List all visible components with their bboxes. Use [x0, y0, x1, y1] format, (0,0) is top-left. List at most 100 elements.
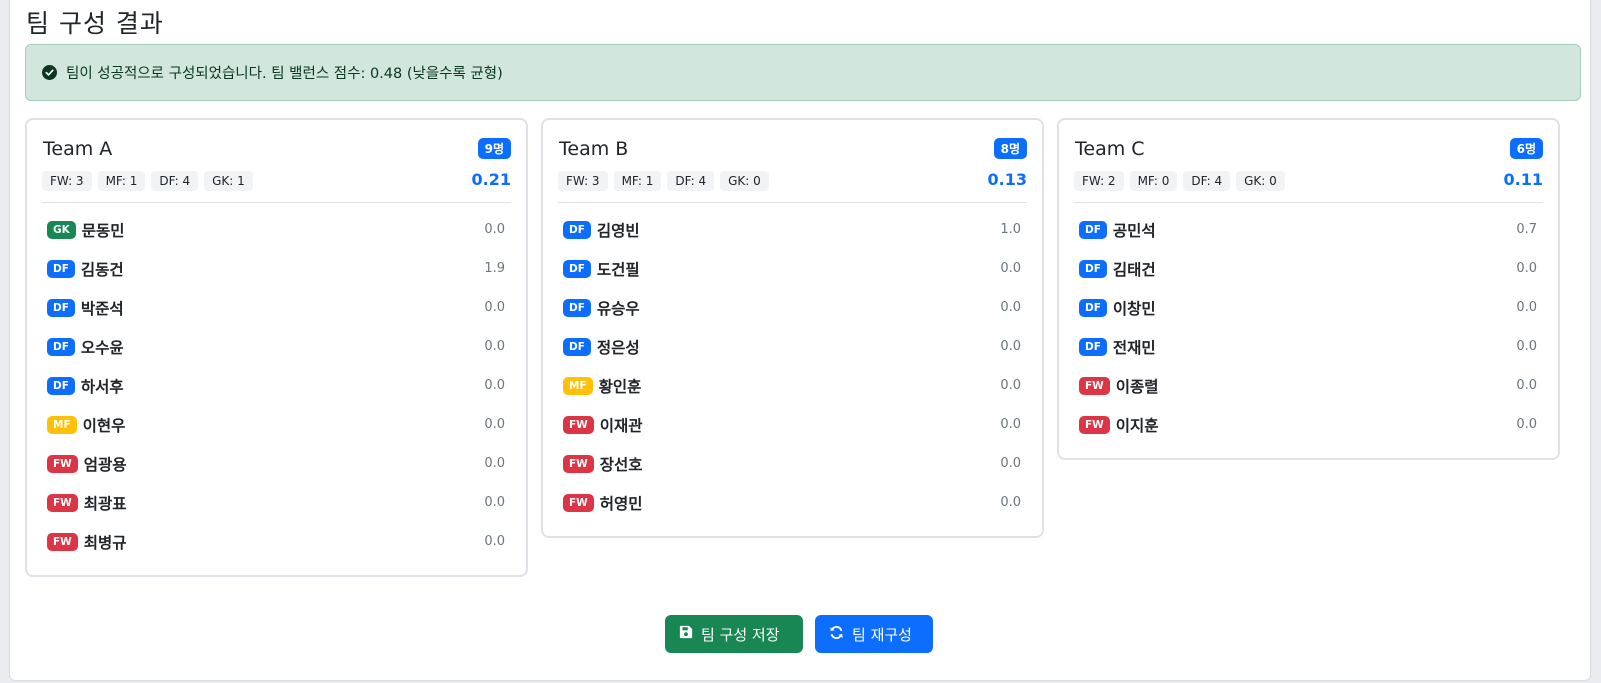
player-name: 이재관	[599, 416, 643, 435]
player-value: 0.0	[1000, 300, 1021, 315]
rebuild-team-button[interactable]: 팀 재구성	[815, 615, 933, 653]
position-count-chip: FW: 2	[1074, 171, 1124, 191]
player-value: 1.0	[1000, 222, 1021, 237]
player-name: 황인훈	[598, 377, 642, 396]
player-list: DF 김영빈 1.0 DF 도건필 0.0 DF 유승우 0.0 DF 정은성 0.0 MF 황인훈 0.0…	[543, 203, 1042, 536]
position-badge: FW	[47, 532, 78, 551]
player-value: 0.0	[484, 300, 505, 315]
player-name: 최병규	[83, 533, 127, 552]
position-summary: FW: 3 MF: 1 DF: 4 GK: 1	[42, 171, 253, 191]
player-name: 전재민	[1112, 338, 1156, 357]
player-value: 0.0	[484, 534, 505, 549]
position-summary: FW: 3 MF: 1 DF: 4 GK: 0	[558, 171, 769, 191]
player-row: GK 문동민 0.0	[42, 210, 511, 249]
team-card-b: Team B 8명 FW: 3 MF: 1 DF: 4 GK: 0 0.13 D…	[541, 118, 1044, 538]
position-badge: FW	[47, 454, 78, 473]
success-alert: 팀이 성공적으로 구성되었습니다. 팀 밸런스 점수: 0.48 (낮을수록 균…	[25, 44, 1581, 101]
player-name: 최광표	[83, 494, 127, 513]
player-value: 0.0	[1000, 261, 1021, 276]
player-value: 0.0	[1516, 300, 1537, 315]
position-count-chip: MF: 1	[613, 171, 662, 191]
position-count-chip: FW: 3	[558, 171, 608, 191]
player-row: FW 엄광용 0.0	[42, 444, 511, 483]
member-count-badge: 6명	[1509, 138, 1543, 159]
player-name: 이창민	[1112, 299, 1156, 318]
position-badge: DF	[563, 220, 591, 239]
player-value: 1.9	[484, 261, 505, 276]
player-info: DF 김태건	[1079, 258, 1156, 280]
player-value: 0.0	[1516, 261, 1537, 276]
position-badge: FW	[563, 415, 594, 434]
player-value: 0.0	[484, 222, 505, 237]
team-card-header: Team B 8명 FW: 3 MF: 1 DF: 4 GK: 0 0.13	[558, 120, 1027, 203]
player-row: FW 최병규 0.0	[42, 522, 511, 561]
player-row: DF 하서후 0.0	[42, 366, 511, 405]
player-value: 0.0	[1000, 417, 1021, 432]
player-value: 0.0	[484, 495, 505, 510]
refresh-icon	[829, 625, 844, 644]
position-summary: FW: 2 MF: 0 DF: 4 GK: 0	[1074, 171, 1285, 191]
position-badge: FW	[1079, 376, 1110, 395]
player-value: 0.7	[1516, 222, 1537, 237]
position-badge: FW	[563, 454, 594, 473]
team-card-a: Team A 9명 FW: 3 MF: 1 DF: 4 GK: 1 0.21 G…	[25, 118, 528, 577]
player-info: MF 이현우	[47, 414, 125, 436]
player-name: 허영민	[599, 494, 643, 513]
player-name: 이지훈	[1115, 416, 1159, 435]
player-info: DF 박준석	[47, 297, 124, 319]
position-count-chip: FW: 3	[42, 171, 92, 191]
team-card-header: Team A 9명 FW: 3 MF: 1 DF: 4 GK: 1 0.21	[42, 120, 511, 203]
player-name: 이현우	[82, 416, 126, 435]
player-info: DF 유승우	[563, 297, 640, 319]
player-row: MF 황인훈 0.0	[558, 366, 1027, 405]
player-info: DF 김영빈	[563, 219, 640, 241]
page-title: 팀 구성 결과	[26, 9, 164, 38]
position-badge: GK	[47, 220, 76, 239]
player-name: 하서후	[80, 377, 124, 396]
player-name: 유승우	[596, 299, 640, 318]
player-info: FW 엄광용	[47, 453, 127, 475]
player-info: FW 이종렬	[1079, 375, 1159, 397]
position-badge: DF	[1079, 337, 1107, 356]
member-count-badge: 9명	[477, 138, 511, 159]
player-row: FW 이종렬 0.0	[1074, 366, 1543, 405]
team-name: Team A	[43, 138, 113, 160]
player-name: 오수윤	[80, 338, 124, 357]
position-badge: DF	[1079, 298, 1107, 317]
player-row: DF 오수윤 0.0	[42, 327, 511, 366]
player-row: FW 이지훈 0.0	[1074, 405, 1543, 444]
player-info: DF 이창민	[1079, 297, 1156, 319]
player-row: FW 이재관 0.0	[558, 405, 1027, 444]
player-row: DF 김태건 0.0	[1074, 249, 1543, 288]
alert-text: 팀이 성공적으로 구성되었습니다. 팀 밸런스 점수: 0.48 (낮을수록 균…	[66, 66, 503, 82]
team-score: 0.13	[987, 170, 1027, 189]
position-count-chip: DF: 4	[667, 171, 715, 191]
position-count-chip: DF: 4	[1183, 171, 1231, 191]
save-icon	[679, 625, 693, 643]
position-badge: DF	[563, 298, 591, 317]
player-info: DF 오수윤	[47, 336, 124, 358]
check-circle-icon	[42, 65, 57, 80]
save-button-label: 팀 구성 저장	[701, 625, 780, 644]
position-badge: DF	[563, 337, 591, 356]
team-score: 0.21	[471, 170, 511, 189]
player-value: 0.0	[484, 456, 505, 471]
player-info: GK 문동민	[47, 219, 125, 241]
player-name: 장선호	[599, 455, 643, 474]
player-name: 문동민	[81, 221, 125, 240]
position-badge: FW	[47, 493, 78, 512]
player-info: DF 김동건	[47, 258, 124, 280]
position-count-chip: DF: 4	[151, 171, 199, 191]
player-info: FW 최광표	[47, 492, 127, 514]
player-info: DF 정은성	[563, 336, 640, 358]
player-row: DF 유승우 0.0	[558, 288, 1027, 327]
position-count-chip: GK: 0	[720, 171, 769, 191]
save-team-button[interactable]: 팀 구성 저장	[665, 615, 803, 653]
player-value: 0.0	[1516, 339, 1537, 354]
player-value: 0.0	[1000, 339, 1021, 354]
team-card-header: Team C 6명 FW: 2 MF: 0 DF: 4 GK: 0 0.11	[1074, 120, 1543, 203]
player-name: 김영빈	[596, 221, 640, 240]
rebuild-button-label: 팀 재구성	[852, 625, 912, 644]
player-name: 김동건	[80, 260, 124, 279]
player-name: 도건필	[596, 260, 640, 279]
